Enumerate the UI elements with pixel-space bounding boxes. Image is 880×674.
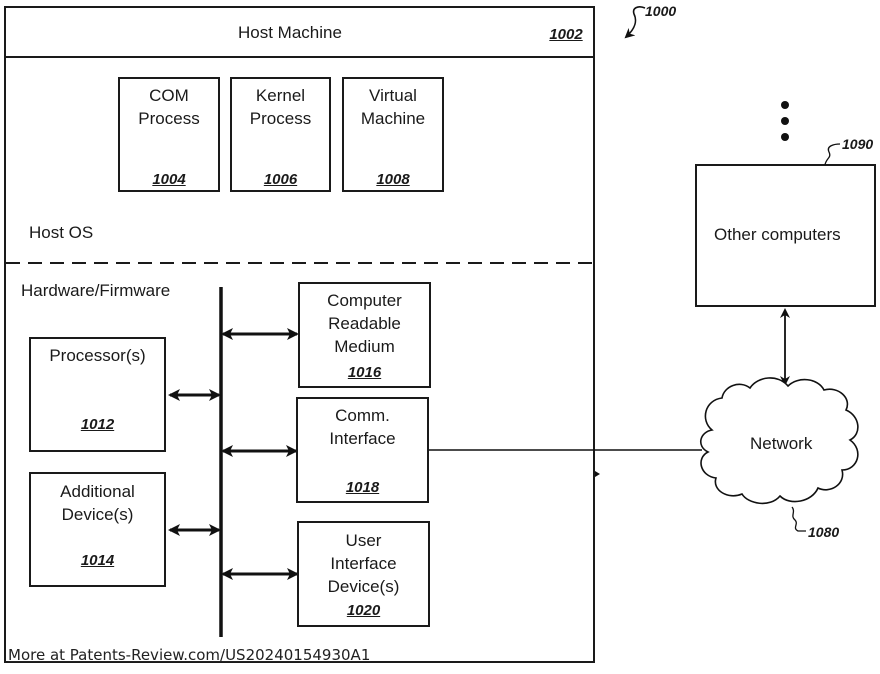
host-machine-ref: 1002 [549, 26, 583, 43]
additional-devices-box: Additional Device(s) 1014 [29, 472, 166, 587]
network-ref: 1080 [808, 524, 840, 540]
additional-devices-label: Additional Device(s) [60, 482, 135, 524]
computer-readable-medium-box: Computer Readable Medium 1016 [298, 282, 431, 388]
virtual-machine-box: Virtual Machine 1008 [342, 77, 444, 192]
other-computers-ref: 1090 [842, 136, 874, 152]
virtual-machine-ref: 1008 [376, 171, 410, 188]
ellipsis-dot [781, 117, 789, 125]
host-machine-title: Host Machine [238, 23, 342, 42]
frame-tick-mark [595, 471, 600, 477]
processor-label: Processor(s) [49, 346, 146, 365]
com-process-ref: 1004 [152, 171, 186, 188]
ellipsis-dot [781, 101, 789, 109]
network-label: Network [750, 434, 813, 453]
kernel-process-box: Kernel Process 1006 [230, 77, 331, 192]
user-interface-devices-ref: 1020 [346, 602, 381, 619]
other-computers-label: Other computers [714, 225, 841, 244]
virtual-machine-label: Virtual Machine [360, 86, 426, 128]
figure-ref: 1000 [645, 3, 677, 19]
processor-ref: 1012 [80, 416, 115, 433]
host-os-label: Host OS [29, 223, 94, 242]
kernel-process-label: Kernel Process [249, 86, 312, 128]
hardware-firmware-label: Hardware/Firmware [21, 281, 171, 300]
watermark-link[interactable]: More at Patents-Review.com/US20240154930… [8, 646, 370, 664]
computer-readable-medium-label: Computer Readable Medium [327, 291, 402, 356]
user-interface-devices-label: User Interface Device(s) [327, 531, 400, 596]
com-process-label: COM Process [138, 86, 200, 128]
kernel-process-ref: 1006 [263, 171, 298, 188]
ref-1090-leader [824, 143, 841, 166]
computer-readable-medium-ref: 1016 [347, 364, 382, 381]
ref-1080-leader [791, 506, 806, 532]
additional-devices-ref: 1014 [80, 552, 115, 569]
ellipsis-dot [781, 133, 789, 141]
user-interface-devices-box: User Interface Device(s) 1020 [297, 521, 430, 627]
comm-interface-ref: 1018 [345, 479, 380, 496]
comm-interface-box: Comm. Interface 1018 [296, 397, 429, 503]
com-process-box: COM Process 1004 [118, 77, 220, 192]
comm-interface-label: Comm. Interface [329, 406, 396, 448]
figure-1000-leader [624, 6, 646, 39]
processor-box: Processor(s) 1012 [29, 337, 166, 452]
